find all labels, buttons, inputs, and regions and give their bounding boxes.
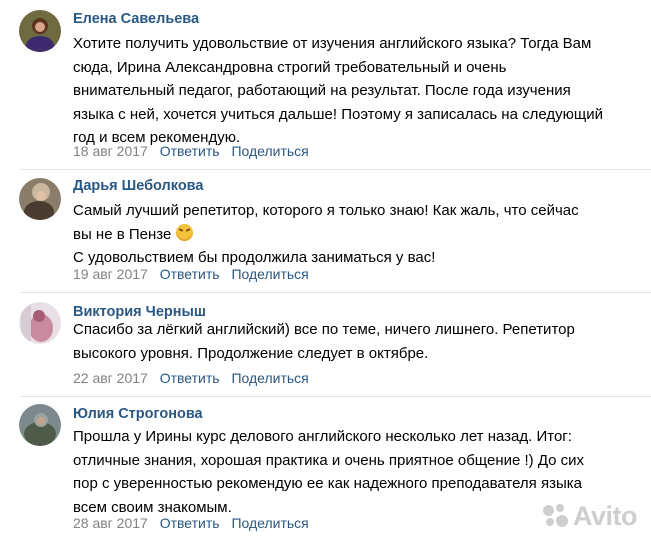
- avito-watermark: Avito: [541, 500, 638, 532]
- comment-author[interactable]: Елена Савельева: [73, 11, 199, 27]
- comment-line: Спасибо за лёгкий английский) все по тем…: [73, 321, 575, 338]
- comment-line: пор с уверенностью рекомендую ее как над…: [73, 475, 582, 492]
- avatar[interactable]: [19, 178, 61, 220]
- divider: [20, 396, 651, 397]
- avatar[interactable]: [19, 302, 61, 344]
- comment-line: вы не в Пензе: [73, 223, 643, 247]
- comment-text: Спасибо за лёгкий английский) все по тем…: [73, 318, 643, 365]
- comment-text: Самый лучший репетитор, которого я тольк…: [73, 199, 643, 270]
- comment-date[interactable]: 22 авг 2017: [73, 370, 148, 386]
- tired-face-emoji-icon: [176, 223, 194, 241]
- comment-line: отличные знания, хорошая практика и очен…: [73, 451, 585, 469]
- reply-button[interactable]: Ответить: [160, 370, 220, 386]
- comment-meta: 18 авг 2017 Ответить Поделиться: [73, 143, 309, 159]
- comment-text: Хотите получить удовольствие от изучения…: [73, 32, 643, 150]
- share-button[interactable]: Поделиться: [231, 515, 308, 531]
- comment-line: сюда, Ирина Александровна строгий требов…: [73, 58, 507, 76]
- divider: [20, 169, 651, 170]
- comment-line: внимательный педагог, работающий на резу…: [73, 82, 571, 99]
- comment-meta: 22 авг 2017 Ответить Поделиться: [73, 370, 309, 386]
- share-button[interactable]: Поделиться: [231, 266, 308, 282]
- reply-button[interactable]: Ответить: [160, 266, 220, 282]
- comment-meta: 19 авг 2017 Ответить Поделиться: [73, 266, 309, 282]
- comment-line: высокого уровня. Продолжение следует в о…: [73, 344, 429, 362]
- avatar[interactable]: [19, 404, 61, 446]
- comment-author[interactable]: Дарья Шеболкова: [73, 178, 203, 194]
- share-button[interactable]: Поделиться: [231, 370, 308, 386]
- share-button[interactable]: Поделиться: [231, 143, 308, 159]
- avatar[interactable]: [19, 10, 61, 52]
- avito-logo-icon: [541, 502, 569, 530]
- watermark-text: Avito: [573, 500, 638, 531]
- reply-button[interactable]: Ответить: [160, 515, 220, 531]
- divider: [20, 292, 651, 293]
- comment-line: Прошла у Ирины курс делового английского…: [73, 428, 572, 445]
- reply-button[interactable]: Ответить: [160, 143, 220, 159]
- comment-line: языка с ней, хочется учиться дальше! Поэ…: [73, 105, 603, 123]
- comment-line: Хотите получить удовольствие от изучения…: [73, 35, 592, 52]
- comment-date[interactable]: 18 авг 2017: [73, 143, 148, 159]
- comment-meta: 28 авг 2017 Ответить Поделиться: [73, 515, 309, 531]
- comment-date[interactable]: 19 авг 2017: [73, 266, 148, 282]
- comment-line-text: вы не в Пензе: [73, 225, 172, 243]
- comment-author[interactable]: Юлия Строгонова: [73, 406, 203, 422]
- comment-date[interactable]: 28 авг 2017: [73, 515, 148, 531]
- comment-line: Самый лучший репетитор, которого я тольк…: [73, 202, 579, 219]
